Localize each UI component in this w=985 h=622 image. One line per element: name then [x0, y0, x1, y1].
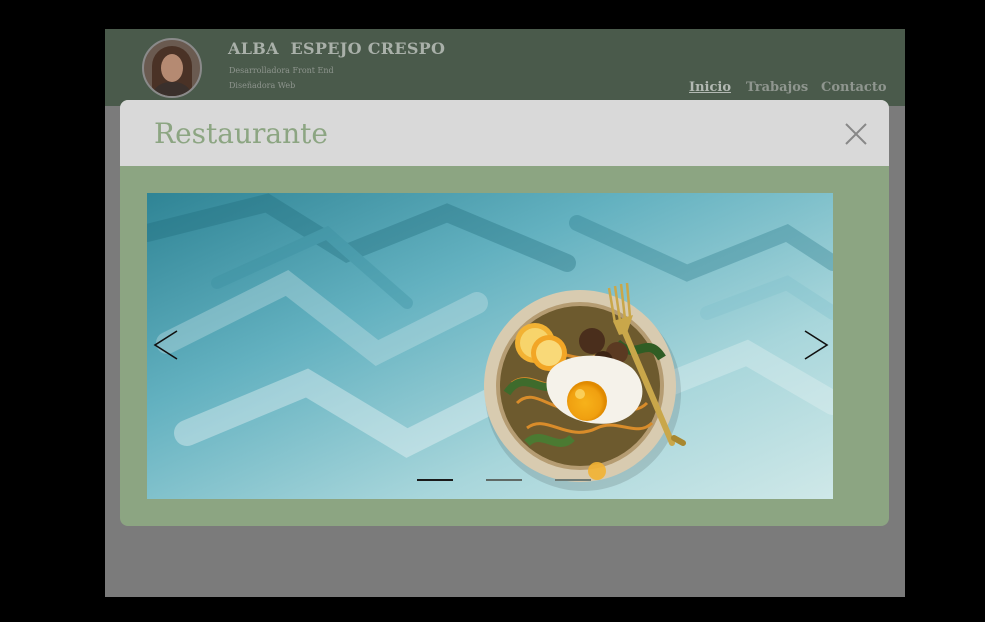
project-modal: Restaurante	[120, 100, 889, 526]
site-name: ALBA ESPEJO CRESPO	[228, 39, 446, 58]
site-subtitle-role-2: Diseñadora Web	[229, 81, 296, 90]
carousel-slide-image	[147, 193, 833, 499]
site-header: ALBA ESPEJO CRESPO Desarrolladora Front …	[105, 29, 905, 106]
nav-item-trabajos[interactable]: Trabajos	[746, 80, 808, 95]
carousel-indicator-3[interactable]	[555, 479, 591, 481]
nav-item-inicio[interactable]: Inicio	[689, 80, 731, 95]
close-icon[interactable]	[842, 120, 870, 148]
avatar	[142, 38, 202, 98]
site-subtitle-role-1: Desarrolladora Front End	[229, 66, 334, 75]
nav-item-contacto[interactable]: Contacto	[821, 80, 887, 95]
modal-title: Restaurante	[154, 117, 328, 150]
chevron-left-icon[interactable]	[151, 327, 181, 363]
avatar-face	[161, 54, 183, 82]
carousel-indicator-1[interactable]	[417, 479, 453, 481]
modal-header: Restaurante	[120, 100, 889, 166]
carousel-indicator-2[interactable]	[486, 479, 522, 481]
chevron-right-icon[interactable]	[801, 327, 831, 363]
food-bowl-photo	[147, 193, 833, 499]
